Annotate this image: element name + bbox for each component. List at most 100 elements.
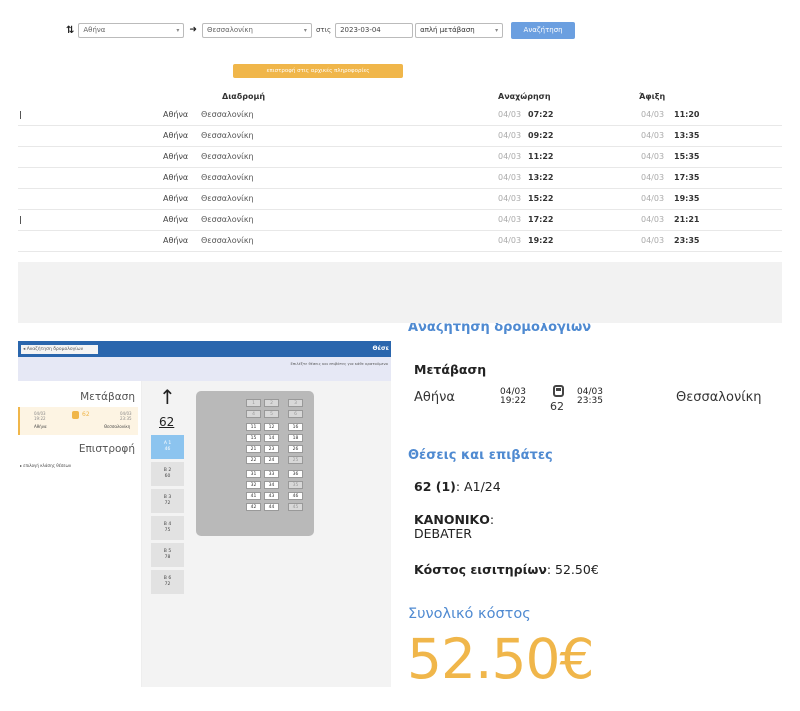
row-arr-date: 04/03 xyxy=(641,173,665,182)
chevron-down-icon: ▾ xyxy=(495,26,499,34)
seat[interactable]: 2 xyxy=(264,399,279,407)
seat[interactable]: 3 xyxy=(288,399,303,407)
seat[interactable]: 22 xyxy=(246,456,261,464)
seat[interactable]: 12 xyxy=(264,423,279,431)
return-class-link[interactable]: ▸ επιλογή κλάσης θέσεων xyxy=(20,463,71,468)
seat[interactable]: 34 xyxy=(264,481,279,489)
seat[interactable]: 26 xyxy=(288,445,303,453)
to-select[interactable]: Θεσσαλονίκη ▾ xyxy=(201,22,312,38)
back-to-info-button[interactable]: επιστροφή στις αρχικές πληροφορίες xyxy=(233,64,403,78)
trip-type-select[interactable]: απλή μετάβαση ▾ xyxy=(415,22,504,38)
seat[interactable]: 35 xyxy=(288,481,303,489)
footer-area xyxy=(18,262,782,323)
from-value: Αθήνα xyxy=(83,26,106,34)
row-dep-date: 04/03 xyxy=(498,215,522,224)
leg-train: 62 xyxy=(82,411,90,418)
seat[interactable]: 46 xyxy=(288,492,303,500)
row-arr-date: 04/03 xyxy=(641,110,665,119)
top-bar: ◂ Αναζήτηση δρομολογίων Θέσε xyxy=(18,341,391,357)
seat[interactable]: 43 xyxy=(264,492,279,500)
train-number: 62 xyxy=(550,400,564,413)
seat[interactable]: 44 xyxy=(264,503,279,511)
seat[interactable]: 36 xyxy=(288,470,303,478)
leg-out-card[interactable]: 04/03 19:22 62 04/03 23:35 Αθήνα Θεσσαλο… xyxy=(18,407,138,435)
date-input[interactable]: 2023-03-04 xyxy=(335,22,414,38)
leg-return-title: Επιστροφή xyxy=(78,443,135,455)
row-to: Θεσσαλονίκη xyxy=(201,173,254,182)
train-icon xyxy=(553,385,564,397)
row-arr-date: 04/03 xyxy=(641,194,665,203)
ticket-cost: Κόστος εισιτηρίων: 52.50€ xyxy=(414,562,599,577)
seat[interactable]: 11 xyxy=(246,423,261,431)
seat[interactable]: 32 xyxy=(246,481,261,489)
cost-label: Κόστος εισιτηρίων xyxy=(414,562,547,577)
car-tab[interactable]: Β 4 75 xyxy=(151,516,184,540)
train-icon xyxy=(72,411,79,419)
row-arr-date: 04/03 xyxy=(641,131,665,140)
seat[interactable]: 24 xyxy=(264,456,279,464)
passenger-name: DEBATER xyxy=(414,525,472,541)
row-to: Θεσσαλονίκη xyxy=(201,194,254,203)
to-station: Θεσσαλονίκη xyxy=(676,390,762,405)
car-seat-count: 75 xyxy=(164,528,171,533)
car-tab[interactable]: Β 6 72 xyxy=(151,570,184,594)
car-tab[interactable]: Β 3 72 xyxy=(151,489,184,513)
seat[interactable]: 18 xyxy=(288,434,303,442)
back-to-search-button[interactable]: ◂ Αναζήτηση δρομολογίων xyxy=(21,345,98,354)
seat[interactable]: 45 xyxy=(288,503,303,511)
seat[interactable]: 21 xyxy=(246,445,261,453)
seat[interactable]: 5 xyxy=(264,410,279,418)
car-tab[interactable]: Β 2 60 xyxy=(151,462,184,486)
seat-map-area: ↑ 62 Α 1 46 Β 2 60 Β 3 72 Β 4 75 Β 5 78 Β 6 72 1234… xyxy=(142,381,391,687)
row-arr-date: 04/03 xyxy=(641,236,665,245)
row-dep-date: 04/03 xyxy=(498,110,522,119)
seat[interactable]: 23 xyxy=(264,445,279,453)
row-arr-time: 15:35 xyxy=(674,152,700,161)
row-dep-date: 04/03 xyxy=(498,194,522,203)
seat[interactable]: 1 xyxy=(246,399,261,407)
row-dep-date: 04/03 xyxy=(498,173,522,182)
row-from: Αθήνα xyxy=(163,215,189,224)
seat[interactable]: 33 xyxy=(264,470,279,478)
car-tab[interactable]: Β 5 78 xyxy=(151,543,184,567)
row-dep-time: 07:22 xyxy=(528,110,554,119)
seat[interactable]: 6 xyxy=(288,410,303,418)
booking-summary-panel: Αναζήτηση δρομολογίων Μετάβαση Αθήνα 04/… xyxy=(391,323,782,693)
seat[interactable]: 31 xyxy=(246,470,261,478)
seat[interactable]: 14 xyxy=(264,434,279,442)
leg-out-title: Μετάβαση xyxy=(80,391,135,403)
table-row[interactable]: Αθήνα Θεσσαλονίκη 04/03 07:22 04/03 11:20 xyxy=(18,105,782,126)
seat[interactable]: 41 xyxy=(246,492,261,500)
swap-vertical-icon[interactable]: ⇅ xyxy=(66,25,74,36)
to-value: Θεσσαλονίκη xyxy=(206,26,253,34)
header-arrival: Άφιξη xyxy=(639,92,666,101)
row-from: Αθήνα xyxy=(163,236,189,245)
seats-passengers-title: Θέσεις και επιβάτες xyxy=(408,448,553,463)
leg-to: Θεσσαλονίκη xyxy=(104,424,131,429)
date-value: 2023-03-04 xyxy=(340,26,381,34)
row-arr-date: 04/03 xyxy=(641,152,665,161)
seat[interactable]: 16 xyxy=(288,423,303,431)
table-row[interactable]: Αθήνα Θεσσαλονίκη 04/03 11:22 04/03 15:35 xyxy=(18,147,782,168)
table-row[interactable]: Αθήνα Θεσσαλονίκη 04/03 17:22 04/03 21:21 xyxy=(18,210,782,231)
table-row[interactable]: Αθήνα Θεσσαλονίκη 04/03 09:22 04/03 13:35 xyxy=(18,126,782,147)
from-select[interactable]: Αθήνα ▾ xyxy=(78,22,185,38)
seat[interactable]: 42 xyxy=(246,503,261,511)
seat[interactable]: 4 xyxy=(246,410,261,418)
search-button[interactable]: Αναζήτηση xyxy=(511,21,576,39)
header-departure: Αναχώρηση xyxy=(498,92,551,101)
car-seat-count: 46 xyxy=(164,447,171,452)
table-row[interactable]: Αθήνα Θεσσαλονίκη 04/03 15:22 04/03 19:35 xyxy=(18,189,782,210)
row-edge-marker xyxy=(18,111,21,119)
seat[interactable]: 15 xyxy=(246,434,261,442)
row-arr-date: 04/03 xyxy=(641,215,665,224)
from-station: Αθήνα xyxy=(414,390,455,405)
cost-value: : 52.50€ xyxy=(546,562,599,577)
car-tab[interactable]: Α 1 46 xyxy=(151,435,184,459)
seat-train: 62 (1) xyxy=(414,479,456,494)
fare-colon: : xyxy=(489,512,495,527)
table-row[interactable]: Αθήνα Θεσσαλονίκη 04/03 13:22 04/03 17:35 xyxy=(18,168,782,189)
header-route: Διαδρομή xyxy=(222,92,266,101)
table-row[interactable]: Αθήνα Θεσσαλονίκη 04/03 19:22 04/03 23:35 xyxy=(18,231,782,252)
seat[interactable]: 25 xyxy=(288,456,303,464)
